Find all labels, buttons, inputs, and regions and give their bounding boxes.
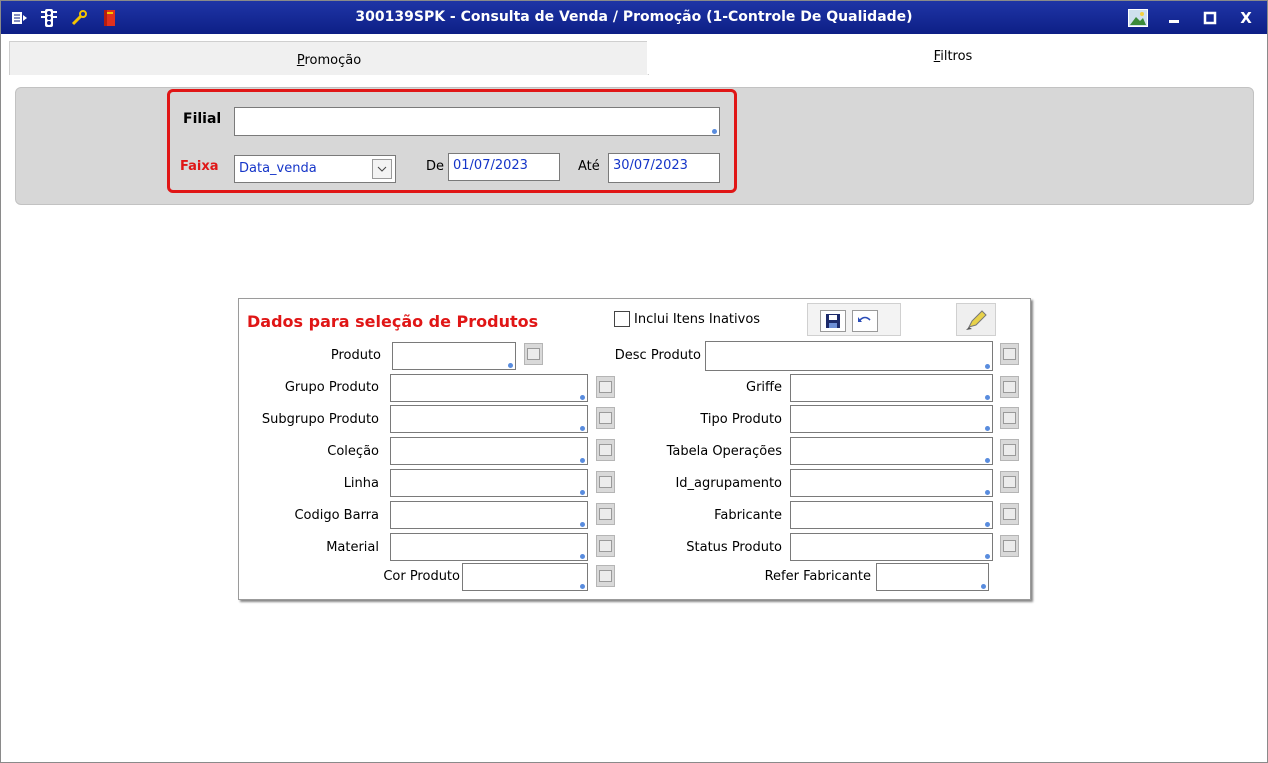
- produto-input[interactable]: [392, 342, 516, 370]
- title-bar[interactable]: 300139SPK - Consulta de Venda / Promoção…: [1, 1, 1267, 34]
- resize-grip-icon: [984, 425, 990, 431]
- lookup-icon[interactable]: [1000, 439, 1019, 461]
- undo-button[interactable]: [852, 310, 878, 332]
- clear-button[interactable]: [956, 303, 996, 336]
- lookup-icon[interactable]: [1000, 343, 1019, 365]
- checkbox-box[interactable]: [614, 311, 630, 327]
- resize-grip-icon: [984, 521, 990, 527]
- tab-bar: Promoção Filtros: [1, 41, 1267, 75]
- product-selection-panel: Dados para seleção de Produtos Inclui It…: [238, 298, 1031, 600]
- status-produto-label: Status Produto: [686, 540, 782, 555]
- maximize-icon[interactable]: [1199, 7, 1221, 29]
- ate-date-value: 30/07/2023: [613, 158, 688, 173]
- tabela-operacoes-input[interactable]: [790, 437, 993, 465]
- save-icon: [826, 314, 840, 328]
- linha-label: Linha: [343, 476, 379, 491]
- list-icon[interactable]: [9, 8, 29, 28]
- grupo-produto-label: Grupo Produto: [284, 380, 379, 395]
- faixa-select[interactable]: Data_venda: [234, 155, 396, 183]
- resize-grip-icon: [984, 553, 990, 559]
- produto-label: Produto: [330, 348, 381, 363]
- minimize-icon[interactable]: [1163, 7, 1185, 29]
- tab-promocao-label: romoção: [304, 53, 362, 68]
- id-agrupamento-label: Id_agrupamento: [675, 476, 782, 491]
- resize-grip-icon: [984, 394, 990, 400]
- de-date-value: 01/07/2023: [453, 158, 528, 173]
- ate-date-input[interactable]: 30/07/2023: [608, 153, 720, 183]
- traffic-light-icon[interactable]: [39, 8, 59, 28]
- tabela-operacoes-label: Tabela Operações: [666, 444, 782, 459]
- product-panel-title: Dados para seleção de Produtos: [247, 312, 539, 331]
- resize-grip-icon: [984, 363, 990, 369]
- tab-filtros[interactable]: Filtros: [647, 41, 1259, 74]
- resize-grip-icon: [984, 489, 990, 495]
- tipo-produto-label: Tipo Produto: [700, 412, 782, 427]
- resize-grip-icon: [984, 457, 990, 463]
- griffe-input[interactable]: [790, 374, 993, 402]
- material-label: Material: [326, 540, 379, 555]
- desc-produto-label: Desc Produto: [614, 348, 701, 363]
- de-date-input[interactable]: 01/07/2023: [448, 153, 560, 181]
- subgrupo-produto-label: Subgrupo Produto: [261, 412, 379, 427]
- pencil-icon: [966, 309, 987, 330]
- faixa-value: Data_venda: [239, 161, 317, 176]
- tab-promocao[interactable]: Promoção: [9, 41, 649, 75]
- lookup-icon[interactable]: [1000, 471, 1019, 493]
- lookup-icon[interactable]: [1000, 407, 1019, 429]
- inativos-label: Inclui Itens Inativos: [634, 311, 761, 327]
- cor-produto-label: Cor Produto: [383, 569, 460, 584]
- lookup-icon[interactable]: [1000, 503, 1019, 525]
- de-label: De: [426, 159, 445, 174]
- refer-fabricante-input[interactable]: [876, 563, 989, 591]
- resize-grip-icon: [711, 128, 717, 134]
- undo-icon: [858, 316, 871, 322]
- tab-filtros-label: iltros: [940, 49, 973, 64]
- ate-label: Até: [578, 159, 600, 174]
- resize-grip-icon: [507, 362, 513, 368]
- griffe-label: Griffe: [746, 380, 782, 395]
- inativos-checkbox[interactable]: Inclui Itens Inativos: [614, 311, 760, 327]
- save-button[interactable]: [820, 310, 846, 332]
- desc-produto-input[interactable]: [705, 341, 993, 371]
- tipo-produto-input[interactable]: [790, 405, 993, 433]
- wrench-icon[interactable]: [69, 8, 89, 28]
- window-title: 300139SPK - Consulta de Venda / Promoção…: [355, 9, 913, 25]
- book-icon[interactable]: [99, 8, 119, 28]
- application-window: 300139SPK - Consulta de Venda / Promoção…: [0, 0, 1268, 763]
- filial-input[interactable]: [234, 107, 720, 136]
- fabricante-input[interactable]: [790, 501, 993, 529]
- panel-toolbar: [807, 303, 901, 336]
- id-agrupamento-input[interactable]: [790, 469, 993, 497]
- close-icon[interactable]: X: [1235, 7, 1257, 29]
- chevron-down-icon[interactable]: [372, 159, 392, 179]
- lookup-icon[interactable]: [1000, 535, 1019, 557]
- codigo-barra-label: Codigo Barra: [294, 508, 379, 523]
- resize-grip-icon: [980, 583, 986, 589]
- refer-fabricante-label: Refer Fabricante: [764, 569, 871, 584]
- image-icon[interactable]: [1127, 7, 1149, 29]
- filial-label: Filial: [183, 111, 222, 127]
- lookup-icon[interactable]: [1000, 376, 1019, 398]
- faixa-label: Faixa: [180, 159, 219, 174]
- colecao-label: Coleção: [327, 444, 379, 459]
- fabricante-label: Fabricante: [714, 508, 782, 523]
- status-produto-input[interactable]: [790, 533, 993, 561]
